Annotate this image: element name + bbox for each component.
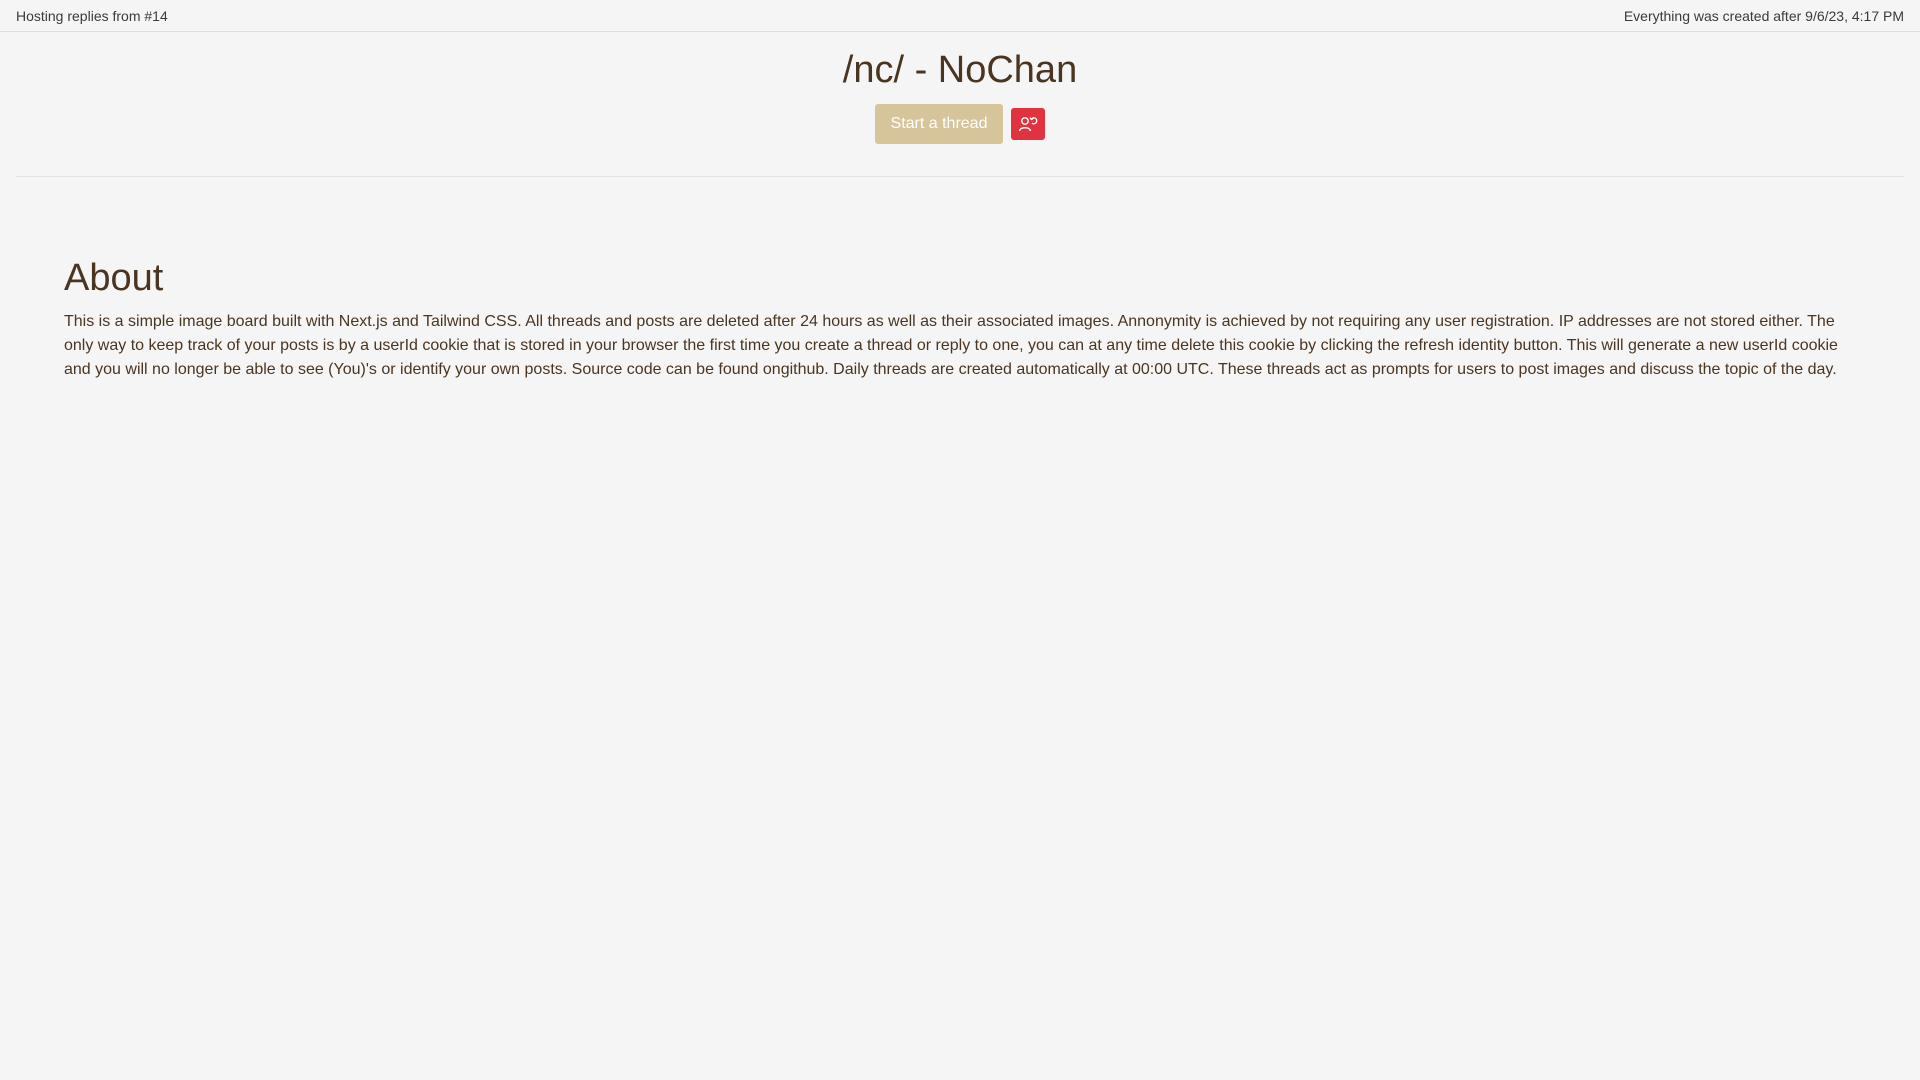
refresh-identity-button[interactable]	[1011, 108, 1046, 140]
top-bar: Hosting replies from #14 Everything was …	[0, 0, 1920, 32]
user-refresh-icon	[1018, 115, 1038, 133]
header-divider	[16, 176, 1904, 177]
board-title: /nc/ - NoChan	[842, 49, 1078, 91]
created-after-text: Everything was created after 9/6/23, 4:1…	[1623, 8, 1904, 24]
start-thread-button[interactable]: Start a thread	[874, 104, 1004, 144]
hosting-replies-text: Hosting replies from #14	[16, 8, 168, 24]
about-heading: About	[64, 257, 164, 299]
about-description: This is a simple image board built with …	[64, 313, 1838, 378]
header-actions: Start a thread	[0, 104, 1920, 144]
